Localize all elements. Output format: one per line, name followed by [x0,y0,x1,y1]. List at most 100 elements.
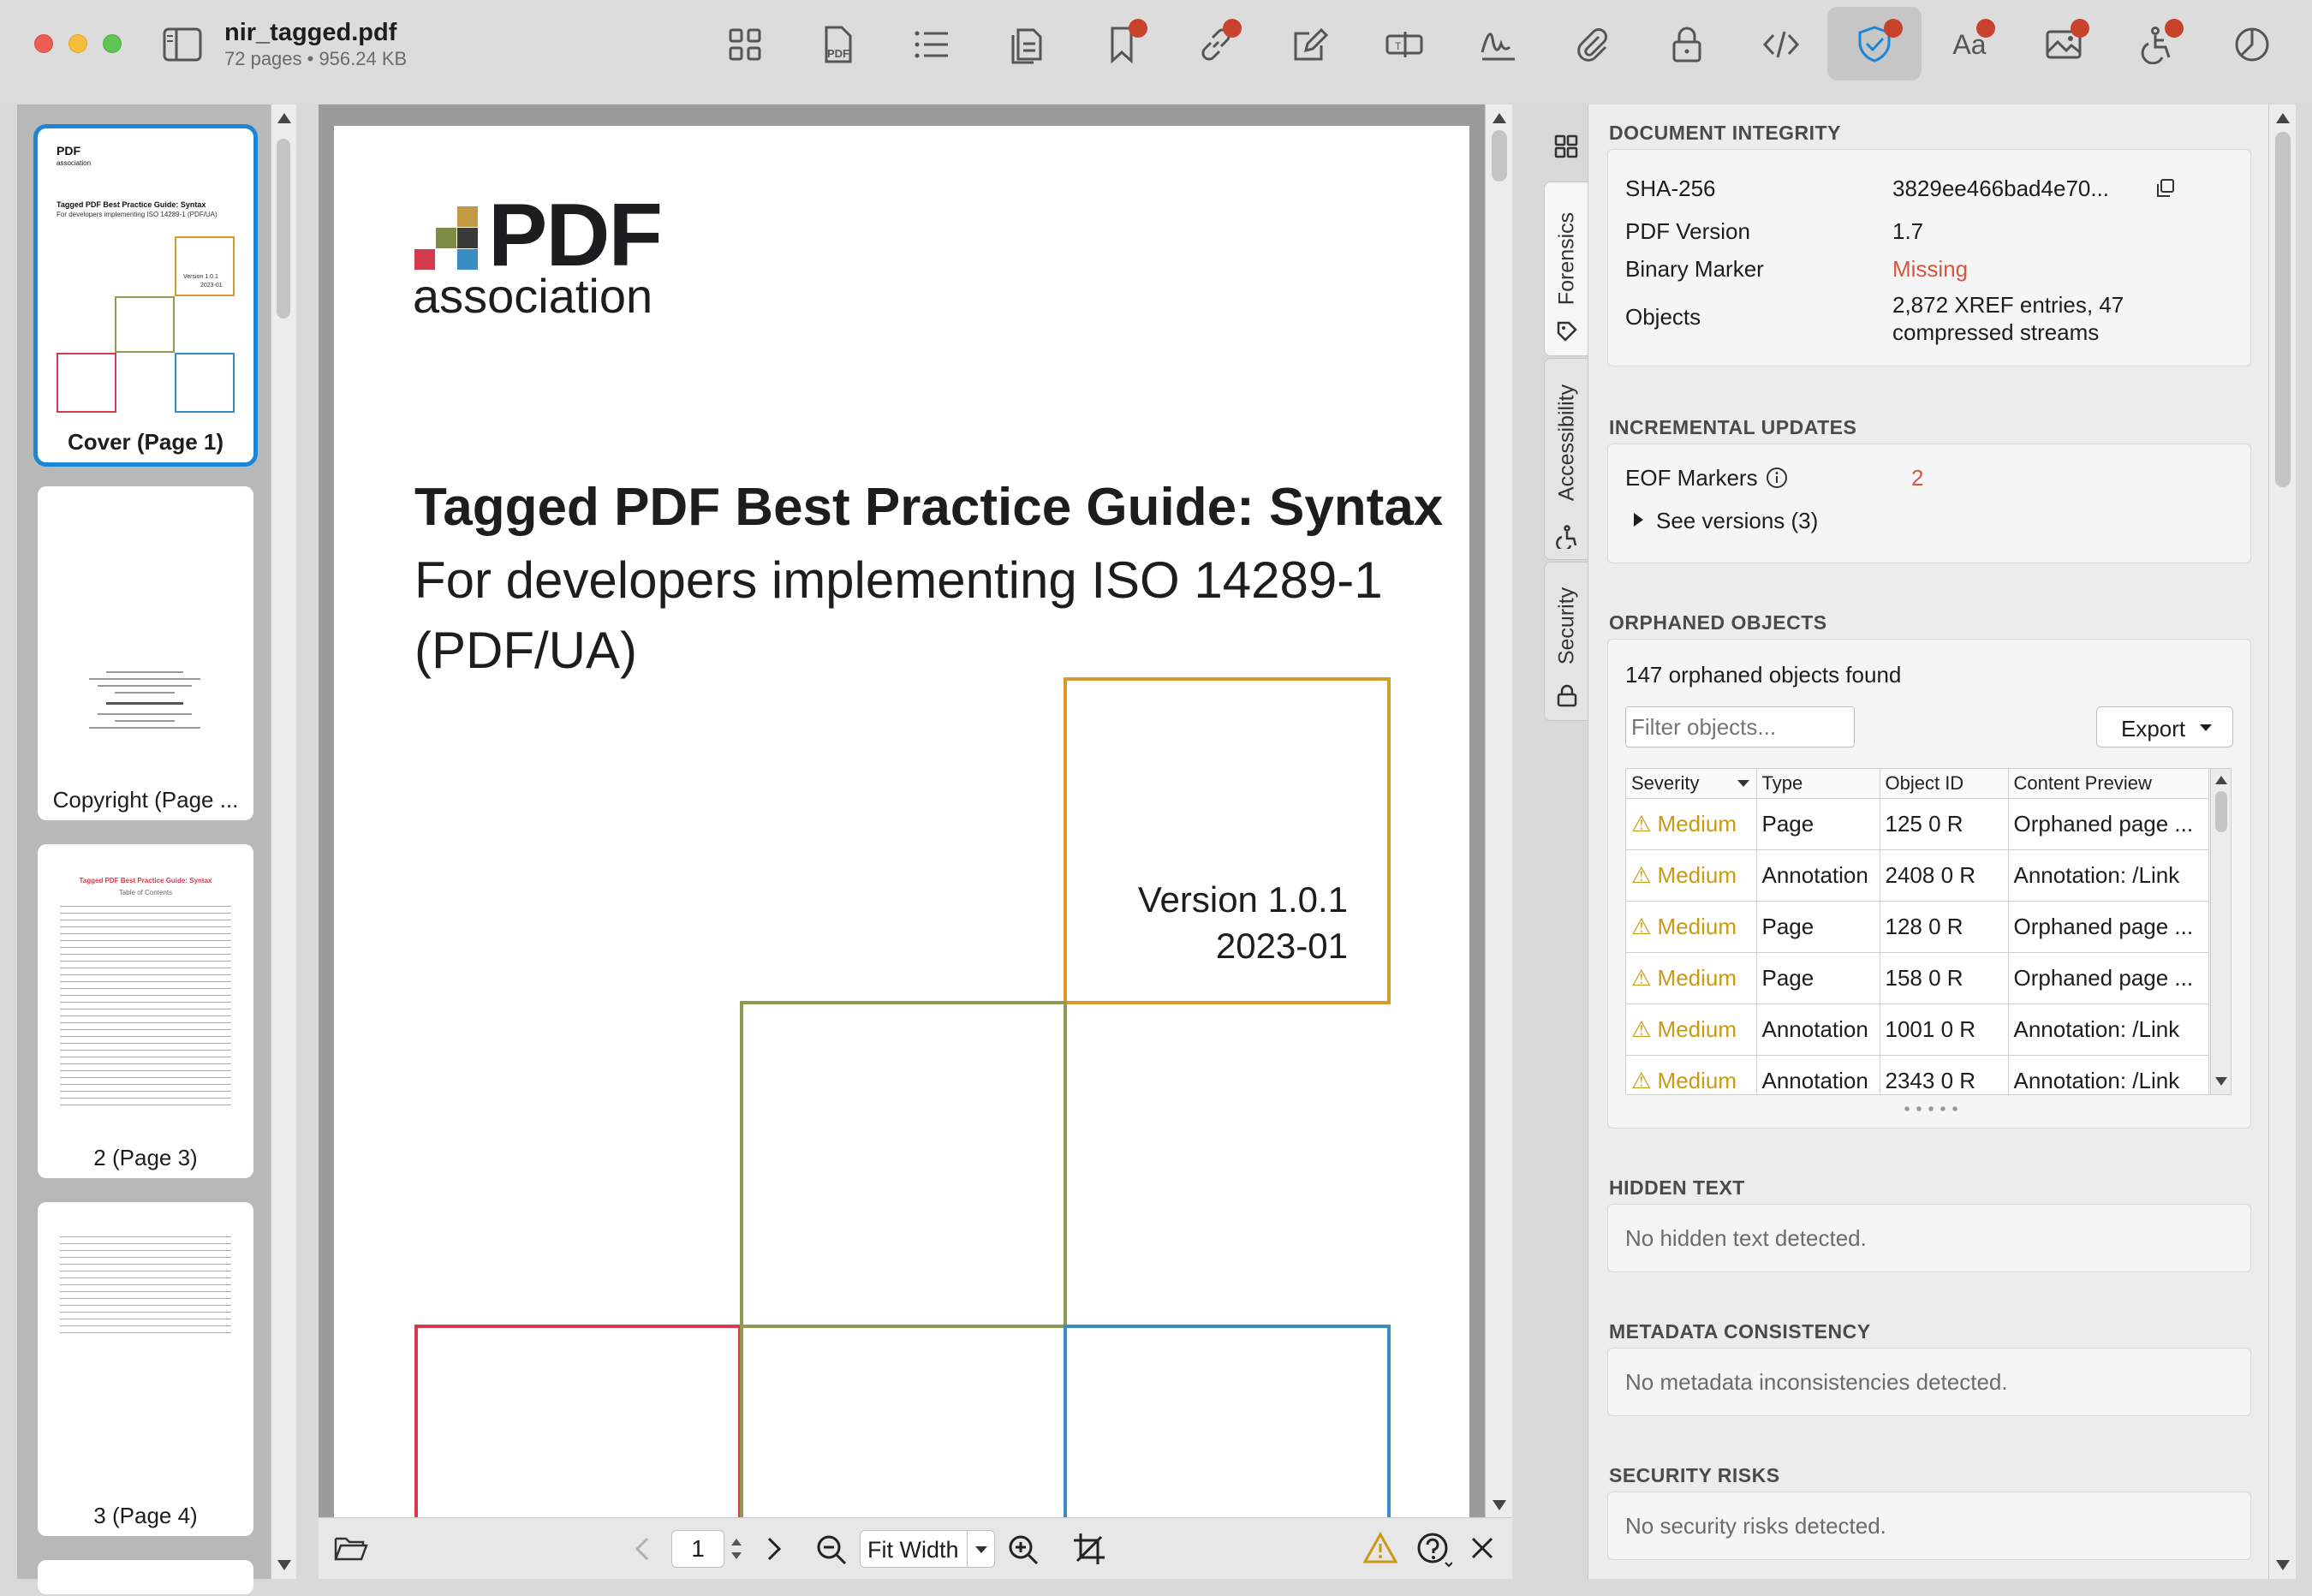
scroll-up-arrow[interactable] [1493,113,1506,123]
scroll-up-arrow[interactable] [2276,113,2290,123]
bookmark-icon[interactable] [1089,19,1154,70]
scroll-up-arrow[interactable] [277,113,291,123]
next-page-icon[interactable] [764,1535,784,1563]
column-header-type[interactable]: Type [1756,769,1880,799]
lock-icon[interactable] [1654,19,1719,70]
tab-security[interactable]: Security [1544,562,1588,721]
export-button[interactable]: Export [2096,706,2233,747]
scroll-down-arrow[interactable] [2215,1077,2227,1086]
preview-value: Orphaned page ... [2008,901,2209,953]
warning-icon[interactable] [1362,1531,1398,1564]
scroll-down-arrow[interactable] [2276,1560,2290,1570]
thumb-subtitle: For developers implementing ISO 14289-1 … [57,211,217,218]
incremental-box: EOF Markers 2 See versions (3) [1607,444,2251,563]
scroll-up-arrow[interactable] [2215,776,2227,784]
link-icon[interactable] [1183,19,1248,70]
export-label: Export [2121,716,2186,741]
page-number-input[interactable]: 1 [671,1530,724,1568]
table-header-row: Severity Type Object ID Content Preview [1626,769,2209,799]
disclosure-triangle-icon[interactable] [1634,513,1643,527]
binary-marker-value: Missing [1892,256,1969,282]
grid-view-icon[interactable] [712,19,778,70]
scroll-thumb[interactable] [277,139,290,319]
font-icon[interactable]: Aa [1937,19,2002,70]
copy-icon[interactable] [2154,177,2177,200]
table-row[interactable]: ⚠ Medium Page 158 0 R Orphaned page ... [1626,952,2209,1004]
folder-icon[interactable] [334,1533,368,1563]
list-icon[interactable] [899,19,964,70]
zoom-in-icon[interactable] [1007,1533,1040,1566]
logo-mark [414,206,480,271]
preview-value: Annotation: /Link [2008,1003,2209,1056]
orphaned-box: 147 orphaned objects found Export Severi… [1607,639,2251,1129]
scroll-down-arrow[interactable] [277,1560,291,1570]
table-row[interactable]: ⚠ Medium Annotation 1001 0 R Annotation:… [1626,1003,2209,1056]
resize-handle[interactable] [1901,1105,1963,1112]
table-row[interactable]: ⚠ Medium Annotation 2343 0 R Annotation:… [1626,1055,2209,1094]
code-icon[interactable] [1749,19,1814,70]
attachment-icon[interactable] [1560,19,1625,70]
column-header-severity[interactable]: Severity [1626,769,1757,799]
panel-grid-icon[interactable] [1553,134,1579,159]
prev-page-icon[interactable] [632,1535,652,1563]
shield-icon[interactable] [1827,7,1922,80]
close-window-button[interactable] [34,34,53,53]
zoom-out-icon[interactable] [815,1533,848,1566]
table-row[interactable]: ⚠ Medium Page 128 0 R Orphaned page ... [1626,901,2209,953]
pdf-icon[interactable]: PDF [805,19,870,70]
thumbnail-page-5[interactable] [38,1560,253,1594]
thumbnail-page-4[interactable]: 3 (Page 4) [38,1202,253,1536]
sidebar-toggle-icon[interactable] [163,27,202,62]
edit-icon[interactable] [1278,19,1343,70]
scroll-thumb[interactable] [1492,130,1507,182]
thumb-version: Version 1.0.1 [183,274,218,280]
help-icon[interactable] [1416,1532,1453,1568]
object-id-value: 158 0 R [1880,952,2009,1004]
olive-box [740,1001,1067,1328]
panel-scrollbar[interactable] [2268,104,2296,1579]
column-header-object-id[interactable]: Object ID [1880,769,2009,799]
signature-icon[interactable] [1466,19,1531,70]
scroll-thumb[interactable] [2215,791,2227,832]
see-versions-toggle[interactable]: See versions (3) [1656,508,1818,534]
logo-subtext: association [413,269,653,323]
document-scrollbar[interactable] [1485,104,1512,1517]
column-header-content-preview[interactable]: Content Preview [2008,769,2209,799]
thumb-red-box [57,353,116,413]
thumbnail-toc[interactable]: Tagged PDF Best Practice Guide: Syntax T… [38,844,253,1178]
orphaned-summary: 147 orphaned objects found [1625,662,1902,688]
document-subtitle: For developers implementing ISO 14289-1 … [414,551,1383,679]
table-row[interactable]: ⚠ Medium Annotation 2408 0 R Annotation:… [1626,849,2209,902]
table-scrollbar[interactable] [2210,769,2231,1094]
thumb-blue-box [175,353,235,413]
orphaned-table-wrap: Severity Type Object ID Content Preview … [1625,768,2232,1095]
tab-security-label: Security [1554,587,1578,664]
image-icon[interactable] [2031,19,2096,70]
crop-icon[interactable] [1072,1532,1106,1566]
minimize-window-button[interactable] [69,34,87,53]
tab-forensics[interactable]: Forensics [1544,182,1588,356]
thumbnail-cover[interactable]: PDF association Tagged PDF Best Practice … [33,124,258,467]
pie-chart-icon[interactable] [2220,19,2285,70]
file-name: nir_tagged.pdf [224,19,397,46]
form-field-icon[interactable]: T [1372,19,1437,70]
pages-icon[interactable] [993,19,1058,70]
scroll-thumb[interactable] [2275,132,2291,487]
info-icon[interactable] [1766,467,1788,489]
type-value: Annotation [1756,1003,1880,1056]
warning-icon: ⚠ [1631,964,1652,991]
thumbnail-copyright[interactable]: Copyright (Page ... [38,486,253,820]
tab-accessibility[interactable]: Accessibility [1544,358,1588,560]
thumb-page4-lines [60,1236,231,1339]
thumbnail-scrollbar[interactable] [271,104,296,1579]
tab-forensics-label: Forensics [1554,211,1578,306]
zoom-mode-select[interactable]: Fit Width [860,1530,995,1568]
zoom-window-button[interactable] [103,34,122,53]
filter-objects-input[interactable] [1625,706,1855,747]
accessibility-icon[interactable] [2125,19,2190,70]
close-icon[interactable] [1469,1535,1495,1561]
scroll-down-arrow[interactable] [1493,1500,1506,1510]
page-stepper[interactable] [726,1530,747,1568]
chevron-down-icon [967,1531,994,1567]
table-row[interactable]: ⚠ Medium Page 125 0 R Orphaned page ... [1626,798,2209,850]
